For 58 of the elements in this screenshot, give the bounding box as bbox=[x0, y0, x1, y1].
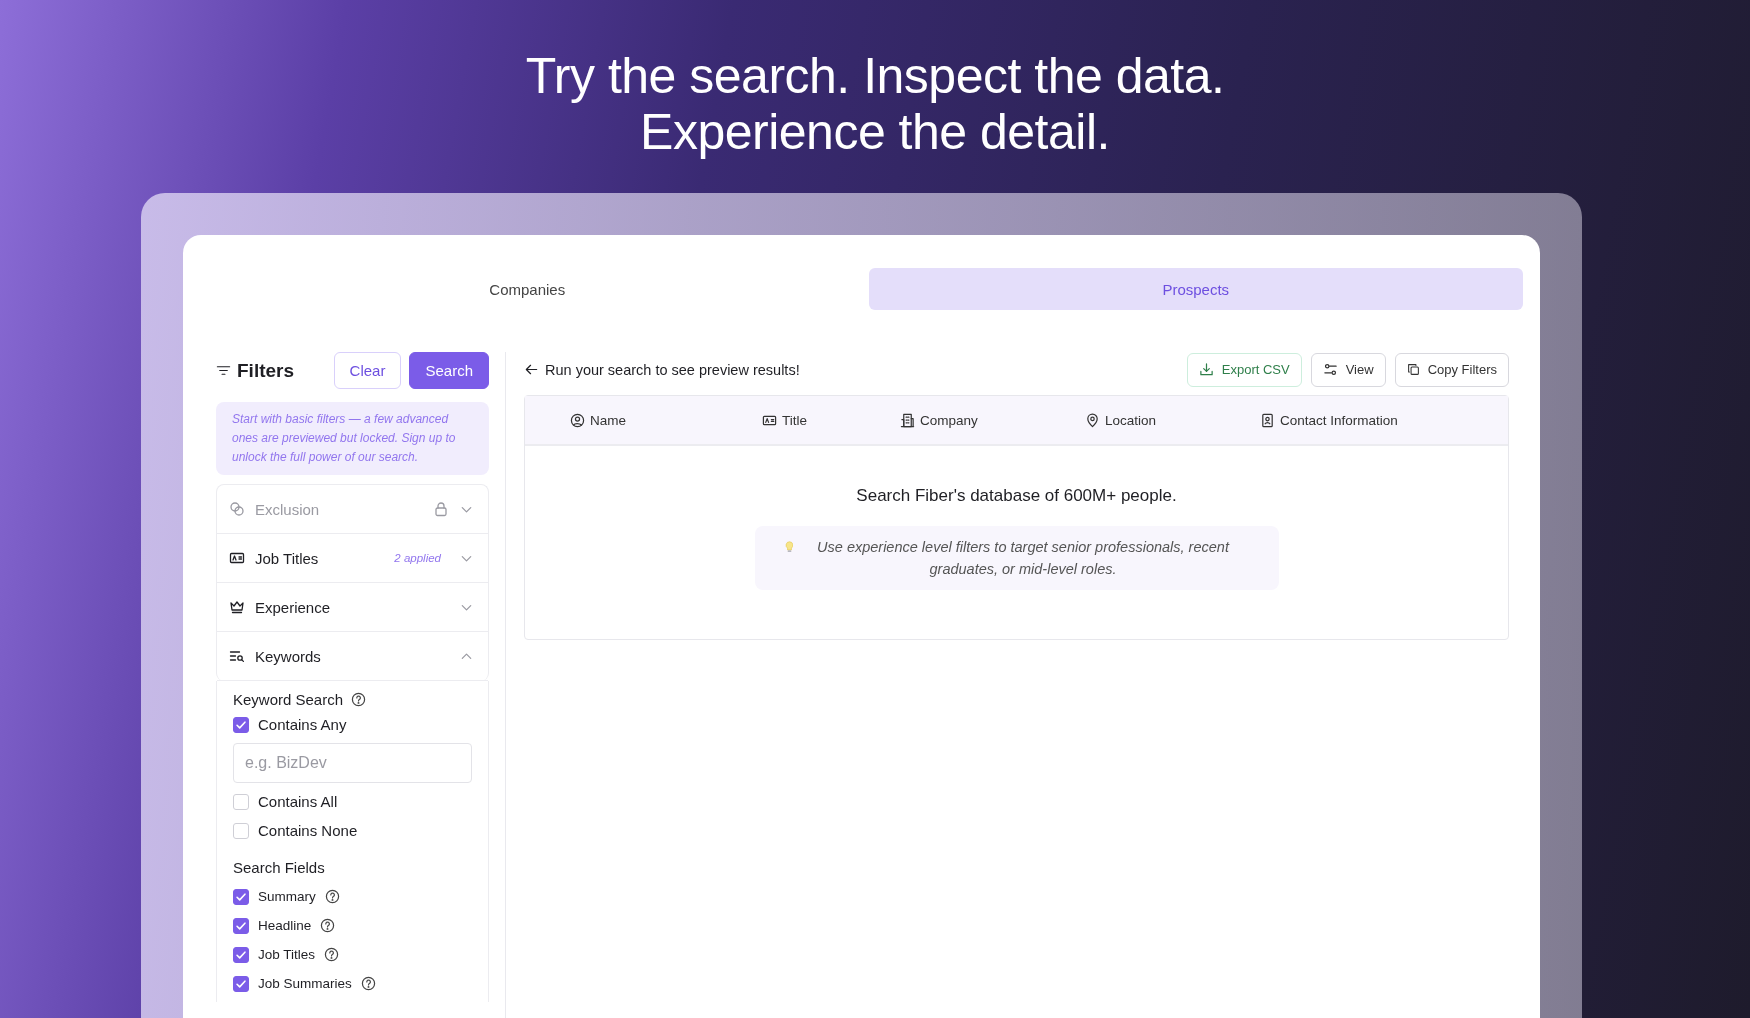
filter-section[interactable]: Job Titles 2 applied bbox=[217, 534, 488, 583]
column-header: Name bbox=[590, 412, 626, 428]
headline: Experience the detail. bbox=[640, 104, 1110, 160]
back-arrow-icon bbox=[524, 362, 539, 377]
help-icon bbox=[360, 976, 376, 991]
clear-button[interactable]: Clear bbox=[333, 352, 402, 389]
map-pin-icon bbox=[1085, 412, 1100, 428]
checkbox[interactable] bbox=[233, 888, 249, 905]
lock-icon bbox=[433, 501, 449, 517]
checkbox-label: Headline bbox=[258, 918, 312, 933]
notice: Start with basic filters — a few advanced ones are previewed but locked. Sign up to unlock the full power of our search. bbox=[216, 402, 489, 475]
id-card-icon bbox=[229, 550, 245, 566]
contact-book-icon bbox=[1260, 412, 1275, 428]
column-header: Location bbox=[1105, 412, 1157, 428]
checkbox-label: Contains Any bbox=[258, 716, 347, 733]
column-header: Contact Information bbox=[1280, 412, 1398, 428]
sliders-icon bbox=[1322, 362, 1338, 377]
filter-section[interactable]: Keywords bbox=[217, 632, 488, 681]
headline: Try the search. Inspect the data. bbox=[525, 48, 1225, 104]
toolbar-button[interactable]: Export CSV bbox=[1186, 352, 1302, 387]
help-icon bbox=[351, 692, 367, 707]
help-icon bbox=[324, 889, 340, 904]
help-icon bbox=[320, 918, 336, 933]
help-icon bbox=[324, 947, 340, 962]
tip-text: Use experience level filters to target senior professionals, recent graduates, or mid-level roles. bbox=[816, 538, 1231, 579]
status-message: Run your search to see preview results! bbox=[545, 361, 800, 378]
checkbox[interactable] bbox=[233, 975, 249, 992]
filter-icon bbox=[216, 363, 231, 378]
checkbox[interactable] bbox=[233, 946, 249, 963]
checkbox-label: Summary bbox=[258, 889, 316, 904]
checkbox-label: Job Titles bbox=[258, 947, 316, 962]
copy-icon bbox=[1406, 363, 1420, 376]
column-header: Company bbox=[920, 412, 978, 428]
toolbar-button[interactable]: Copy Filters bbox=[1394, 352, 1509, 387]
building-icon bbox=[900, 412, 915, 428]
checkbox[interactable] bbox=[233, 716, 249, 733]
empty-title: Search Fiber's database of 600M+ people. bbox=[856, 486, 1177, 506]
column-header: Title bbox=[782, 412, 807, 428]
user-circle-icon bbox=[570, 412, 585, 428]
keyword-search-label: Keyword Search bbox=[233, 691, 344, 708]
tab[interactable]: Companies bbox=[200, 268, 855, 310]
applied-count: 2 applied bbox=[394, 552, 441, 564]
checkbox-label: Contains None bbox=[258, 822, 358, 839]
search-button[interactable]: Search bbox=[409, 352, 489, 389]
checkbox-label: Contains All bbox=[258, 793, 338, 810]
tab[interactable]: Prospects bbox=[868, 268, 1523, 310]
overlapping-circles-icon bbox=[229, 501, 245, 517]
download-icon bbox=[1198, 362, 1214, 377]
search-fields-label: Search Fields bbox=[233, 859, 325, 876]
keyword-field[interactable]: e.g. BizDev bbox=[233, 743, 472, 783]
filters-title: Filters bbox=[237, 359, 295, 382]
checkbox-label: Job Summaries bbox=[258, 976, 352, 991]
checkbox[interactable] bbox=[233, 917, 249, 934]
filter-section[interactable]: Experience bbox=[217, 583, 488, 632]
crown-icon bbox=[229, 599, 245, 615]
toolbar-button[interactable]: View bbox=[1310, 352, 1386, 387]
keyword-search-icon bbox=[229, 648, 245, 664]
lightbulb-icon bbox=[784, 539, 794, 555]
